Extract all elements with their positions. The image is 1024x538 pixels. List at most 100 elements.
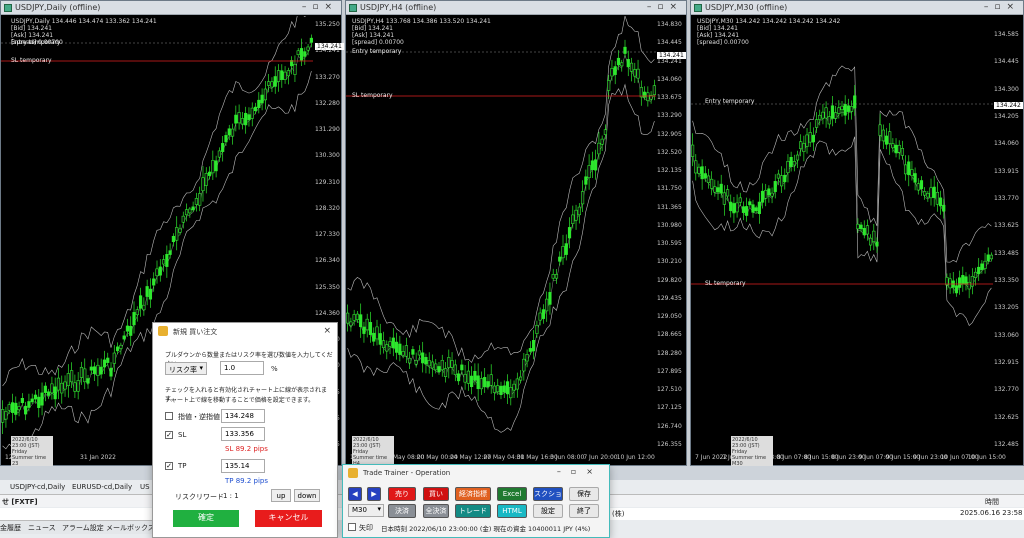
trainer-button-b2[interactable]: トレード	[455, 504, 491, 518]
candle-body	[926, 193, 930, 198]
sl-checkbox[interactable]: ✓	[165, 431, 173, 439]
tp-price-input[interactable]: 135.14	[221, 459, 265, 473]
candle-body	[973, 271, 978, 278]
candle-body	[76, 380, 80, 392]
tab-news[interactable]: ニュース	[28, 523, 56, 533]
candle-body	[551, 274, 555, 279]
candle-body	[754, 207, 758, 212]
chart-titlebar[interactable]: USDJPY,M30 (offline) –▫×	[691, 1, 1023, 15]
candle-body	[970, 276, 974, 287]
dialog-titlebar[interactable]: 新規 買い注文 ×	[153, 323, 337, 340]
candle-body	[188, 208, 192, 214]
candle-body	[697, 166, 701, 174]
down-button[interactable]: down	[294, 489, 320, 502]
candle-body	[590, 160, 594, 171]
candle-body	[346, 312, 350, 324]
tab-chart-3[interactable]: US	[140, 483, 150, 491]
candle-body	[267, 81, 271, 86]
tab-alerts[interactable]: アラーム設定	[62, 523, 104, 533]
window-controls[interactable]: –▫×	[984, 2, 1020, 12]
window-controls[interactable]: –▫×	[557, 467, 603, 476]
chart-window-h4[interactable]: USDJPY,H4 (offline) –▫× USDJPY,H4 133.768…	[345, 0, 687, 468]
window-controls[interactable]: –▫×	[647, 2, 683, 12]
candle-body	[306, 46, 310, 51]
candle-body	[935, 191, 939, 205]
price-tick: 128.320	[315, 204, 340, 212]
candle-body	[846, 105, 850, 112]
chart-window-m30[interactable]: USDJPY,M30 (offline) –▫× USDJPY,M30 134.2…	[690, 0, 1024, 468]
arrow-checkbox[interactable]	[348, 523, 356, 531]
trainer-button-a0[interactable]: 売り	[388, 487, 416, 501]
prev-button[interactable]: ◀	[348, 487, 362, 501]
price-tick: 134.445	[657, 39, 682, 47]
candle-body	[70, 370, 74, 383]
candle-body	[204, 173, 208, 186]
chart-plot[interactable]	[691, 16, 993, 453]
trainer-titlebar[interactable]: Trade Trainer - Operation –▫×	[343, 465, 609, 482]
price-tick: 128.665	[657, 331, 682, 339]
trainer-button-a2[interactable]: 経済指標	[455, 487, 491, 501]
window-controls[interactable]: –▫×	[302, 2, 338, 12]
price-tick: 131.365	[657, 203, 682, 211]
price-tick: 133.915	[994, 167, 1019, 175]
candle-body	[161, 259, 166, 265]
server-time: 2025.06.16 23:58	[960, 509, 1023, 517]
quantity-mode-select[interactable]: リスク率 ▾	[165, 362, 207, 375]
candle-body	[421, 352, 425, 364]
limit-price-input[interactable]: 134.248	[221, 409, 265, 423]
trainer-button-a4[interactable]: スクショ	[533, 487, 563, 501]
tab-chart-2[interactable]: EURUSD-cd,Daily	[72, 483, 132, 491]
candle-body	[47, 391, 51, 396]
trainer-button-b3[interactable]: HTML	[497, 504, 527, 518]
candle-body	[792, 161, 796, 166]
trainer-button-b4[interactable]: 設定	[533, 504, 563, 518]
candle-body	[430, 361, 435, 369]
candle-body	[486, 381, 490, 388]
cancel-button[interactable]: キャンセル	[255, 510, 322, 527]
limit-checkbox[interactable]	[165, 412, 173, 420]
candle-body	[263, 88, 267, 101]
candle-body	[257, 99, 261, 108]
candle-body	[122, 335, 126, 340]
candle-body	[770, 192, 774, 197]
candle-body	[814, 119, 819, 128]
candle-body	[1, 409, 5, 423]
trainer-button-b0[interactable]: 決済	[388, 504, 416, 518]
tp-checkbox[interactable]: ✓	[165, 462, 173, 470]
candle-body	[198, 193, 202, 206]
candle-body	[916, 183, 920, 191]
chart-titlebar[interactable]: USDJPY,Daily (offline) –▫×	[1, 1, 341, 15]
trainer-button-a3[interactable]: Excel	[497, 487, 527, 501]
trainer-button-b5[interactable]: 終了	[569, 504, 599, 518]
candle-body	[456, 373, 461, 382]
price-tick: 133.205	[994, 304, 1019, 312]
up-button[interactable]: up	[271, 489, 291, 502]
candle-body	[958, 277, 962, 288]
trainer-button-a1[interactable]: 買い	[423, 487, 449, 501]
candle-body	[764, 189, 768, 199]
close-icon[interactable]: ×	[323, 326, 331, 336]
confirm-button[interactable]: 確定	[173, 510, 239, 527]
next-button[interactable]: ▶	[367, 487, 381, 501]
candle-body	[296, 50, 300, 55]
chart-titlebar[interactable]: USDJPY,H4 (offline) –▫×	[346, 1, 686, 15]
candle-body	[460, 364, 464, 371]
trainer-button-a5[interactable]: 保存	[569, 487, 599, 501]
tab-history[interactable]: 金履歴	[0, 523, 21, 533]
candle-body	[694, 160, 698, 174]
quantity-value-input[interactable]: 1.0	[220, 361, 264, 375]
tab-mailbox[interactable]: メールボックス	[106, 523, 155, 533]
tab-chart-1[interactable]: USDJPY-cd,Daily	[10, 483, 65, 491]
trainer-button-b1[interactable]: 全決済	[423, 504, 449, 518]
candle-body	[391, 337, 395, 349]
candle-body	[535, 324, 539, 334]
tp-label: TP	[178, 462, 187, 470]
candle-body	[191, 206, 195, 211]
candle-body	[577, 206, 581, 216]
candle-body	[20, 397, 24, 404]
chart-plot[interactable]	[346, 16, 656, 453]
candle-body	[903, 164, 908, 175]
trainer-title: Trade Trainer - Operation	[363, 469, 451, 477]
timeframe-select[interactable]: M30 ▾	[348, 504, 384, 517]
sl-price-input[interactable]: 133.356	[221, 427, 265, 441]
